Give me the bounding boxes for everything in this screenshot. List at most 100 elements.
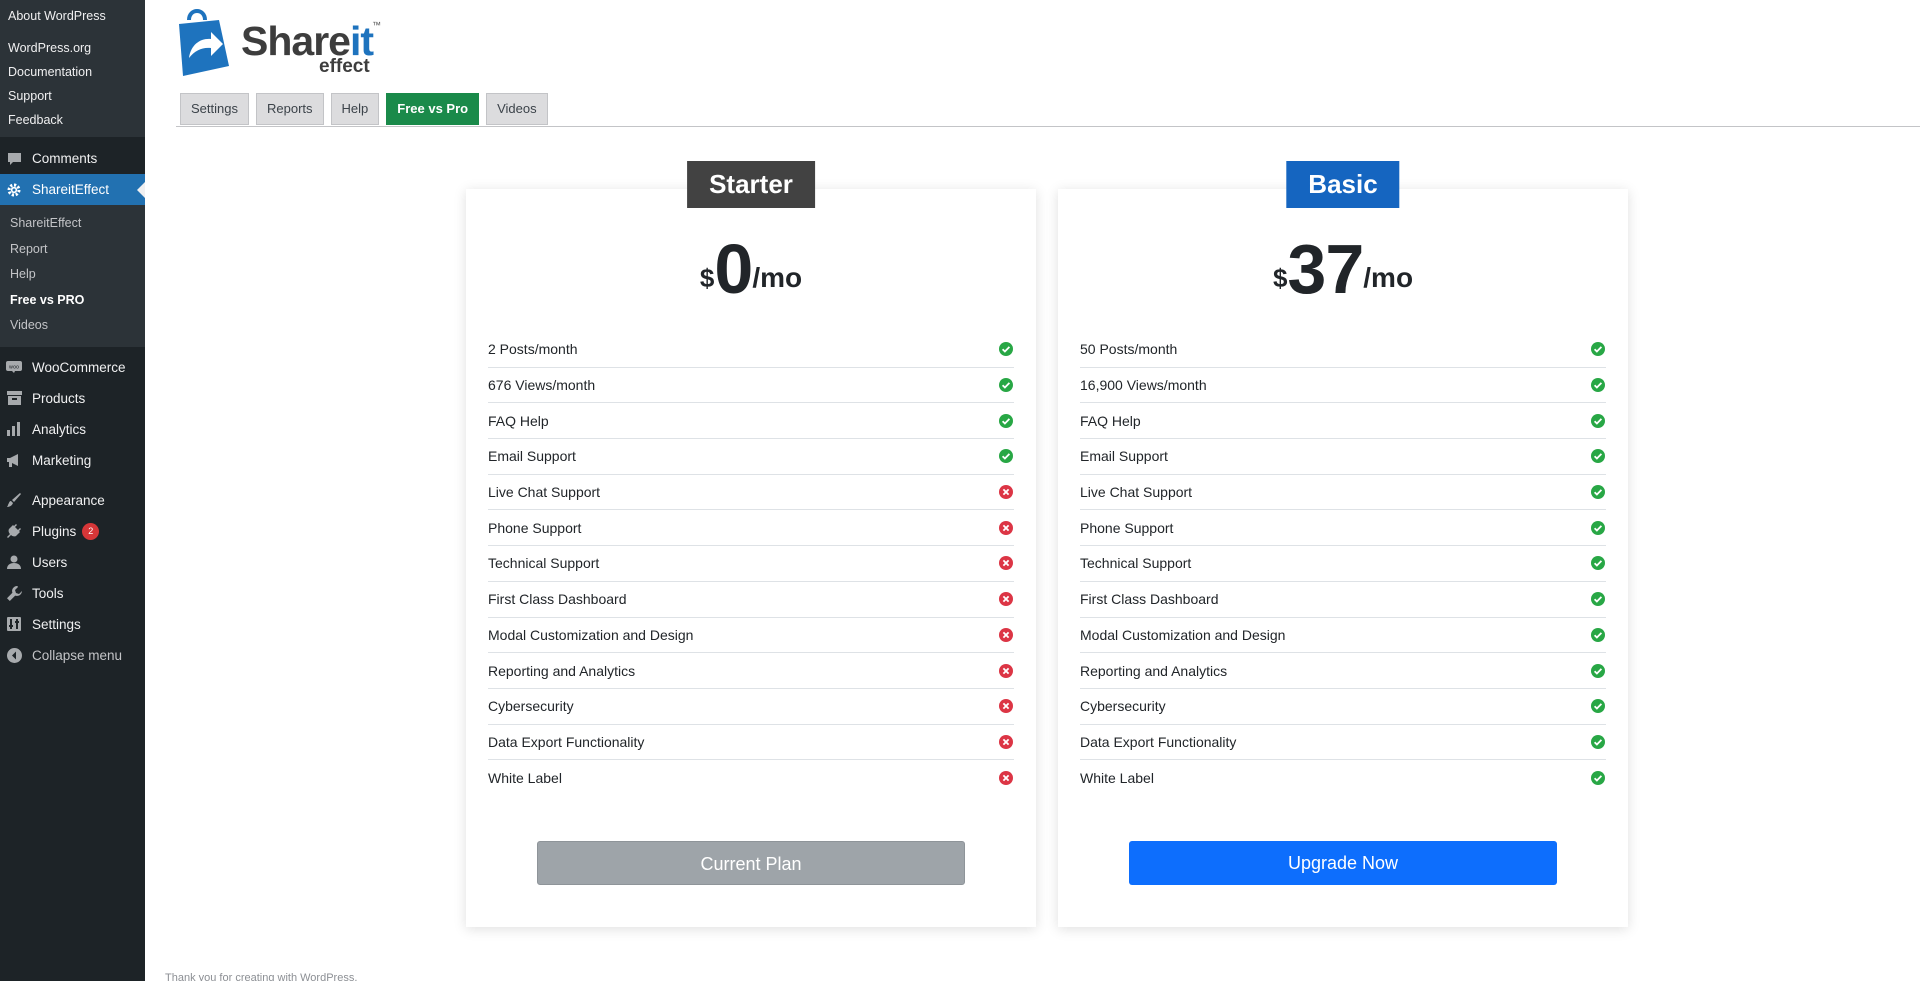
check-circle-icon <box>1590 413 1606 429</box>
upgrade-now-button[interactable]: Upgrade Now <box>1129 841 1557 885</box>
bar-chart-icon <box>6 421 22 437</box>
feature-row: Reporting and Analytics <box>1080 653 1606 689</box>
feature-label: Data Export Functionality <box>488 733 645 750</box>
check-circle-icon <box>998 377 1014 393</box>
menu-products[interactable]: Products <box>0 383 145 414</box>
menu-label: Analytics <box>32 421 87 437</box>
x-circle-icon <box>998 484 1014 500</box>
documentation-link[interactable]: Documentation <box>0 60 145 84</box>
feature-row: Technical Support <box>1080 546 1606 582</box>
feature-row: 676 Views/month <box>488 368 1014 404</box>
feature-list: 50 Posts/month 16,900 Views/month FAQ Help… <box>1080 332 1606 796</box>
submenu-videos[interactable]: Videos <box>0 313 145 339</box>
feature-row: Phone Support <box>488 510 1014 547</box>
menu-label: Tools <box>32 585 64 601</box>
current-plan-button[interactable]: Current Plan <box>537 841 965 885</box>
feature-label: Reporting and Analytics <box>488 662 636 679</box>
menu-woocommerce[interactable]: woo WooCommerce <box>0 352 145 383</box>
feature-label: 50 Posts/month <box>1080 341 1178 358</box>
tab-videos[interactable]: Videos <box>486 93 548 125</box>
feature-row: FAQ Help <box>1080 403 1606 440</box>
feature-row: Live Chat Support <box>488 475 1014 511</box>
paintbrush-icon <box>6 492 22 508</box>
submenu-free-vs-pro[interactable]: Free vs PRO <box>0 288 145 314</box>
feature-label: Phone Support <box>488 519 582 536</box>
submenu-help[interactable]: Help <box>0 262 145 288</box>
x-circle-icon <box>998 591 1014 607</box>
feature-row: 50 Posts/month <box>1080 332 1606 368</box>
about-wordpress-link[interactable]: About WordPress <box>0 4 145 28</box>
feature-label: Phone Support <box>1080 519 1174 536</box>
feature-list: 2 Posts/month 676 Views/month FAQ Help Emai… <box>488 332 1014 796</box>
pricing-card-starter: Starter $0/mo 2 Posts/month 676 Views/mon… <box>466 161 1036 927</box>
x-circle-icon <box>998 734 1014 750</box>
check-circle-icon <box>1590 770 1606 786</box>
tab-reports[interactable]: Reports <box>255 93 324 125</box>
footer-text: Thank you for creating with WordPress. <box>165 972 358 981</box>
price-currency: $ <box>699 263 715 293</box>
feature-row: Modal Customization and Design <box>1080 618 1606 654</box>
wordpress-org-link[interactable]: WordPress.org <box>0 36 145 60</box>
feature-row: Cybersecurity <box>488 689 1014 725</box>
menu-appearance[interactable]: Appearance <box>0 485 145 516</box>
feature-label: 676 Views/month <box>488 377 596 394</box>
submenu-report[interactable]: Report <box>0 237 145 263</box>
settings-sliders-icon <box>6 616 22 632</box>
menu-settings[interactable]: Settings <box>0 609 145 640</box>
logo-subtext: effect <box>319 56 370 77</box>
menu-analytics[interactable]: Analytics <box>0 414 145 445</box>
check-circle-icon <box>1590 591 1606 607</box>
menu-label: WooCommerce <box>32 359 126 375</box>
plan-name-label: Starter <box>687 161 815 208</box>
feature-row: Cybersecurity <box>1080 689 1606 725</box>
menu-label: Products <box>32 390 86 406</box>
check-circle-icon <box>1590 341 1606 357</box>
price-currency: $ <box>1272 263 1288 293</box>
menu-plugins[interactable]: Plugins 2 <box>0 516 145 547</box>
feature-row: First Class Dashboard <box>1080 582 1606 618</box>
feature-label: Cybersecurity <box>488 698 574 715</box>
feature-label: Technical Support <box>488 555 600 572</box>
feature-label: 16,900 Views/month <box>1080 377 1207 394</box>
feature-label: White Label <box>1080 770 1154 787</box>
menu-shareiteffect[interactable]: ShareitEffect <box>0 174 145 205</box>
menu-tools[interactable]: Tools <box>0 578 145 609</box>
wrench-icon <box>6 585 22 601</box>
menu-label: Collapse menu <box>32 647 123 663</box>
feature-row: Email Support <box>488 439 1014 475</box>
tab-free-vs-pro[interactable]: Free vs Pro <box>386 93 480 125</box>
tab-help[interactable]: Help <box>330 93 380 125</box>
submenu-shareiteffect[interactable]: ShareitEffect <box>0 211 145 237</box>
menu-marketing[interactable]: Marketing <box>0 445 145 476</box>
feature-label: 2 Posts/month <box>488 341 578 358</box>
check-circle-icon <box>1590 627 1606 643</box>
x-circle-icon <box>998 663 1014 679</box>
menu-label: Appearance <box>32 492 105 508</box>
price-period: /mo <box>752 262 803 293</box>
collapse-menu-button[interactable]: Collapse menu <box>0 640 145 671</box>
tab-settings[interactable]: Settings <box>180 93 249 125</box>
feature-label: White Label <box>488 770 562 787</box>
check-circle-icon <box>1590 448 1606 464</box>
tabs-divider <box>176 126 1920 127</box>
feedback-link[interactable]: Feedback <box>0 108 145 132</box>
menu-label: Plugins <box>32 523 77 539</box>
woocommerce-icon: woo <box>6 359 22 375</box>
check-circle-icon <box>998 341 1014 357</box>
menu-users[interactable]: Users <box>0 547 145 578</box>
menu-comments[interactable]: Comments <box>0 143 145 174</box>
menu-label: ShareitEffect <box>32 182 110 197</box>
feature-label: First Class Dashboard <box>1080 591 1219 608</box>
feature-label: Modal Customization and Design <box>1080 626 1286 643</box>
feature-label: Email Support <box>488 448 576 465</box>
gear-icon <box>6 182 22 198</box>
feature-row: White Label <box>488 760 1014 796</box>
feature-label: Reporting and Analytics <box>1080 662 1228 679</box>
check-circle-icon <box>1590 698 1606 714</box>
logo-trademark: ™ <box>372 20 381 30</box>
feature-row: Data Export Functionality <box>1080 725 1606 761</box>
feature-row: Modal Customization and Design <box>488 618 1014 654</box>
support-link[interactable]: Support <box>0 84 145 108</box>
check-circle-icon <box>998 413 1014 429</box>
feature-label: Modal Customization and Design <box>488 626 694 643</box>
